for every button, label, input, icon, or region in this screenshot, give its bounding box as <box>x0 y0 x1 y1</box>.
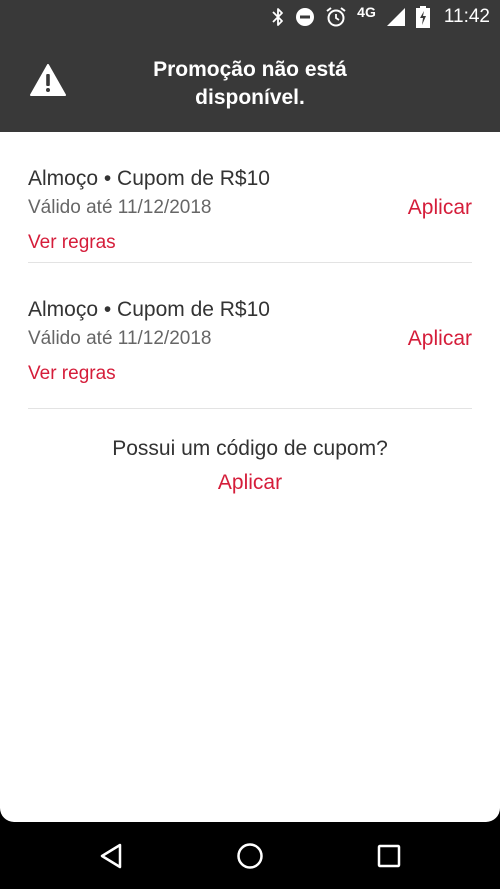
coupon-list-screen: Almoço • Cupom de R$10 Válido até 11/12/… <box>0 132 500 822</box>
coupon-title: Almoço • Cupom de R$10 <box>28 298 270 321</box>
battery-charging-icon <box>415 5 430 29</box>
view-rules-link[interactable]: Ver regras <box>28 232 116 254</box>
home-icon[interactable] <box>234 840 266 872</box>
status-time: 11:42 <box>443 6 490 27</box>
coupon-code-question: Possui um código de cupom? <box>112 437 388 460</box>
warning-icon <box>30 64 66 96</box>
status-bar: 4G 11:42 <box>0 0 500 34</box>
coupon-code-section: Possui um código de cupom? Aplicar <box>0 437 500 495</box>
apply-code-button[interactable]: Aplicar <box>218 471 282 495</box>
alarm-icon <box>325 5 347 29</box>
apply-coupon-button[interactable]: Aplicar <box>408 196 472 220</box>
coupon-item: Almoço • Cupom de R$10 Válido até 11/12/… <box>28 132 472 263</box>
network-type: 4G <box>357 4 376 20</box>
signal-icon <box>386 5 406 29</box>
coupon-validity: Válido até 11/12/2018 <box>28 197 212 218</box>
apply-coupon-button[interactable]: Aplicar <box>408 327 472 351</box>
navigation-bar <box>0 822 500 889</box>
coupon-title: Almoço • Cupom de R$10 <box>28 167 270 190</box>
recents-icon[interactable] <box>373 840 405 872</box>
back-icon[interactable] <box>95 840 127 872</box>
bluetooth-icon <box>271 5 285 29</box>
promo-unavailable-banner: Promoção não está disponível. <box>0 34 500 132</box>
status-icons: 4G 11:42 <box>271 4 490 29</box>
coupon-validity: Válido até 11/12/2018 <box>28 328 212 349</box>
view-rules-link[interactable]: Ver regras <box>28 363 116 385</box>
banner-message: Promoção não está disponível. <box>153 58 347 109</box>
coupon-item: Almoço • Cupom de R$10 Válido até 11/12/… <box>28 278 472 409</box>
do-not-disturb-icon <box>295 5 315 29</box>
